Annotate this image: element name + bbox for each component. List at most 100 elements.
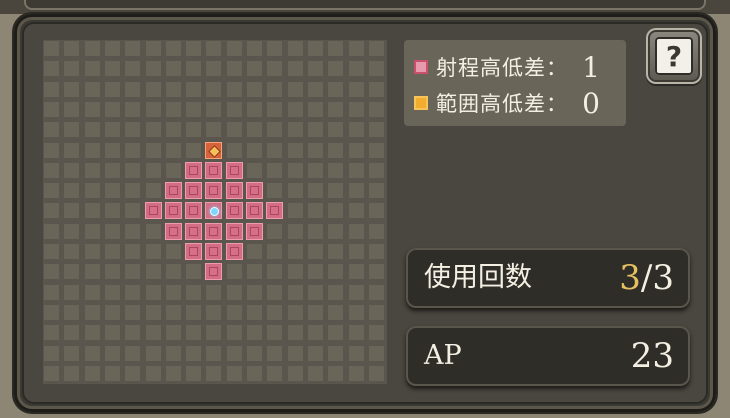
grid-cell[interactable] [63, 202, 80, 219]
grid-cell[interactable] [124, 121, 141, 138]
grid-cell[interactable] [124, 142, 141, 159]
grid-cell[interactable] [205, 121, 222, 138]
grid-cell[interactable] [124, 202, 141, 219]
grid-cell[interactable] [124, 162, 141, 179]
grid-cell[interactable] [84, 223, 101, 240]
grid-cell[interactable] [246, 284, 263, 301]
grid-cell[interactable] [368, 365, 385, 382]
grid-cell[interactable] [327, 243, 344, 260]
grid-cell[interactable] [43, 365, 60, 382]
grid-cell[interactable] [145, 223, 162, 240]
grid-cell[interactable] [145, 182, 162, 199]
grid-cell[interactable] [145, 40, 162, 57]
grid-cell[interactable] [145, 142, 162, 159]
grid-cell[interactable] [348, 182, 365, 199]
grid-cell[interactable] [43, 182, 60, 199]
grid-cell[interactable] [63, 40, 80, 57]
grid-cell[interactable] [246, 365, 263, 382]
grid-cell[interactable] [327, 101, 344, 118]
grid-cell[interactable] [368, 142, 385, 159]
grid-cell[interactable] [145, 162, 162, 179]
grid-cell[interactable] [104, 263, 121, 280]
grid-cell[interactable] [368, 101, 385, 118]
grid-cell[interactable] [348, 40, 365, 57]
grid-cell[interactable] [185, 324, 202, 341]
grid-cell[interactable] [43, 101, 60, 118]
grid-cell[interactable] [84, 202, 101, 219]
grid-cell[interactable] [165, 121, 182, 138]
grid-cell[interactable] [226, 304, 243, 321]
grid-cell[interactable] [185, 304, 202, 321]
grid-cell[interactable] [124, 60, 141, 77]
grid-cell[interactable] [266, 304, 283, 321]
range-cell[interactable] [205, 182, 222, 199]
grid-cell[interactable] [226, 263, 243, 280]
grid-cell[interactable] [246, 324, 263, 341]
grid-cell[interactable] [368, 121, 385, 138]
range-cell[interactable] [185, 202, 202, 219]
grid-cell[interactable] [246, 121, 263, 138]
range-cell[interactable] [185, 243, 202, 260]
grid-cell[interactable] [246, 81, 263, 98]
grid-cell[interactable] [287, 81, 304, 98]
grid-cell[interactable] [327, 142, 344, 159]
grid-cell[interactable] [348, 223, 365, 240]
grid-cell[interactable] [43, 263, 60, 280]
grid-cell[interactable] [348, 243, 365, 260]
grid-cell[interactable] [63, 263, 80, 280]
grid-cell[interactable] [43, 223, 60, 240]
grid-cell[interactable] [266, 60, 283, 77]
grid-cell[interactable] [205, 81, 222, 98]
grid-cell[interactable] [124, 365, 141, 382]
grid-cell[interactable] [84, 345, 101, 362]
grid-cell[interactable] [124, 345, 141, 362]
grid-cell[interactable] [266, 121, 283, 138]
grid-cell[interactable] [205, 101, 222, 118]
grid-cell[interactable] [226, 40, 243, 57]
grid-cell[interactable] [104, 345, 121, 362]
grid-cell[interactable] [266, 162, 283, 179]
range-cell[interactable] [165, 202, 182, 219]
grid-cell[interactable] [84, 60, 101, 77]
grid-cell[interactable] [368, 345, 385, 362]
grid-cell[interactable] [104, 324, 121, 341]
grid-cell[interactable] [124, 284, 141, 301]
grid-cell[interactable] [84, 101, 101, 118]
grid-cell[interactable] [327, 202, 344, 219]
grid-cell[interactable] [165, 101, 182, 118]
grid-cell[interactable] [226, 345, 243, 362]
grid-cell[interactable] [307, 365, 324, 382]
grid-cell[interactable] [104, 101, 121, 118]
grid-cell[interactable] [104, 40, 121, 57]
grid-cell[interactable] [205, 60, 222, 77]
grid-cell[interactable] [348, 101, 365, 118]
grid-cell[interactable] [226, 365, 243, 382]
grid-cell[interactable] [246, 101, 263, 118]
grid-cell[interactable] [348, 304, 365, 321]
grid-cell[interactable] [246, 345, 263, 362]
grid-cell[interactable] [327, 121, 344, 138]
grid-cell[interactable] [104, 81, 121, 98]
grid-cell[interactable] [43, 324, 60, 341]
range-cell[interactable] [246, 223, 263, 240]
grid-cell[interactable] [287, 40, 304, 57]
grid-cell[interactable] [145, 101, 162, 118]
grid-cell[interactable] [84, 40, 101, 57]
grid-cell[interactable] [368, 202, 385, 219]
grid-cell[interactable] [266, 81, 283, 98]
grid-cell[interactable] [145, 324, 162, 341]
grid-cell[interactable] [104, 284, 121, 301]
grid-cell[interactable] [327, 182, 344, 199]
range-cell[interactable] [226, 162, 243, 179]
grid-cell[interactable] [368, 243, 385, 260]
grid-cell[interactable] [266, 263, 283, 280]
grid-cell[interactable] [63, 101, 80, 118]
grid-cell[interactable] [84, 263, 101, 280]
grid-cell[interactable] [165, 304, 182, 321]
grid-cell[interactable] [287, 202, 304, 219]
grid-cell[interactable] [124, 324, 141, 341]
grid-cell[interactable] [327, 324, 344, 341]
grid-cell[interactable] [266, 101, 283, 118]
grid-cell[interactable] [348, 81, 365, 98]
grid-cell[interactable] [287, 142, 304, 159]
